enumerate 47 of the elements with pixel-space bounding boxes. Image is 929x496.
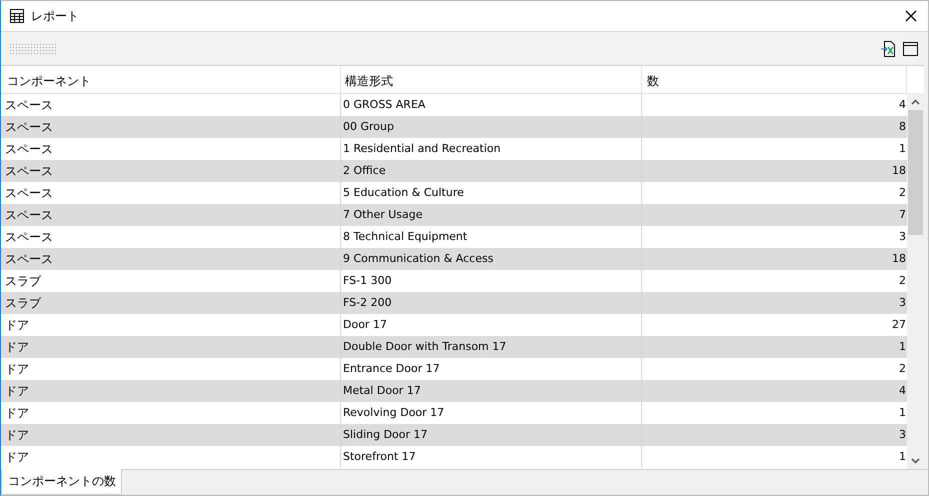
table-icon [10,9,24,23]
table-cell: ドア [1,446,341,468]
table-cell-text: 8 [898,119,907,135]
scroll-down-icon[interactable] [911,458,920,464]
table-cell: スペース [1,204,341,226]
table-cell-text: 2 [898,361,907,377]
table-cell: スペース [1,248,341,270]
export-icon[interactable] [881,40,895,56]
table-cell-text: 1 [898,405,907,421]
table-cell: ドア [1,424,341,446]
table-cell: FS-2 200 [341,292,642,314]
table-cell-text: 3 [898,427,907,443]
table-cell-text: 27 [891,317,907,333]
table-cell: Sliding Door 17 [341,424,642,446]
table-cell-text: 3 [898,295,907,311]
table-cell-text: 1 [898,449,907,465]
table-cell-text: 18 [891,251,907,267]
table-cell: Storefront 17 [341,446,642,468]
window-icon[interactable] [903,42,918,56]
table-cell: ドア [1,336,341,358]
scrollbar-thumb[interactable] [908,110,923,235]
tab[interactable]: コンポーネントの数 [1,469,122,495]
table-cell-text: 4 [898,97,907,113]
table-cell: 2 Office [341,160,642,182]
table-cell: スペース [1,116,341,138]
close-icon[interactable] [905,10,917,22]
table-cell-text: 4 [898,383,907,399]
table-cell-text: 18 [891,163,907,179]
table-cell-text: 2 [898,185,907,201]
table-cell-text: 2 [898,273,907,289]
table-cell: Metal Door 17 [341,380,642,402]
table-cell-text: 1 [898,339,907,355]
window-title: レポート [31,8,79,24]
table-cell: 00 Group [341,116,642,138]
table-cell: Double Door with Transom 17 [341,336,642,358]
table-cell: 9 Communication & Access [341,248,642,270]
table-cell-text: 3 [898,229,907,245]
table-cell: スペース [1,160,341,182]
column-header[interactable]: コンポーネント [1,66,341,93]
table-cell: ドア [1,380,341,402]
column-header[interactable]: 構造形式 [341,66,642,93]
table-cell: 7 Other Usage [341,204,642,226]
table-cell: スラブ [1,292,341,314]
table-cell-text: 7 [898,207,907,223]
column-header[interactable]: 数 [642,66,907,93]
table-cell-text: 1 [898,141,907,157]
scroll-up-icon[interactable] [911,98,920,104]
